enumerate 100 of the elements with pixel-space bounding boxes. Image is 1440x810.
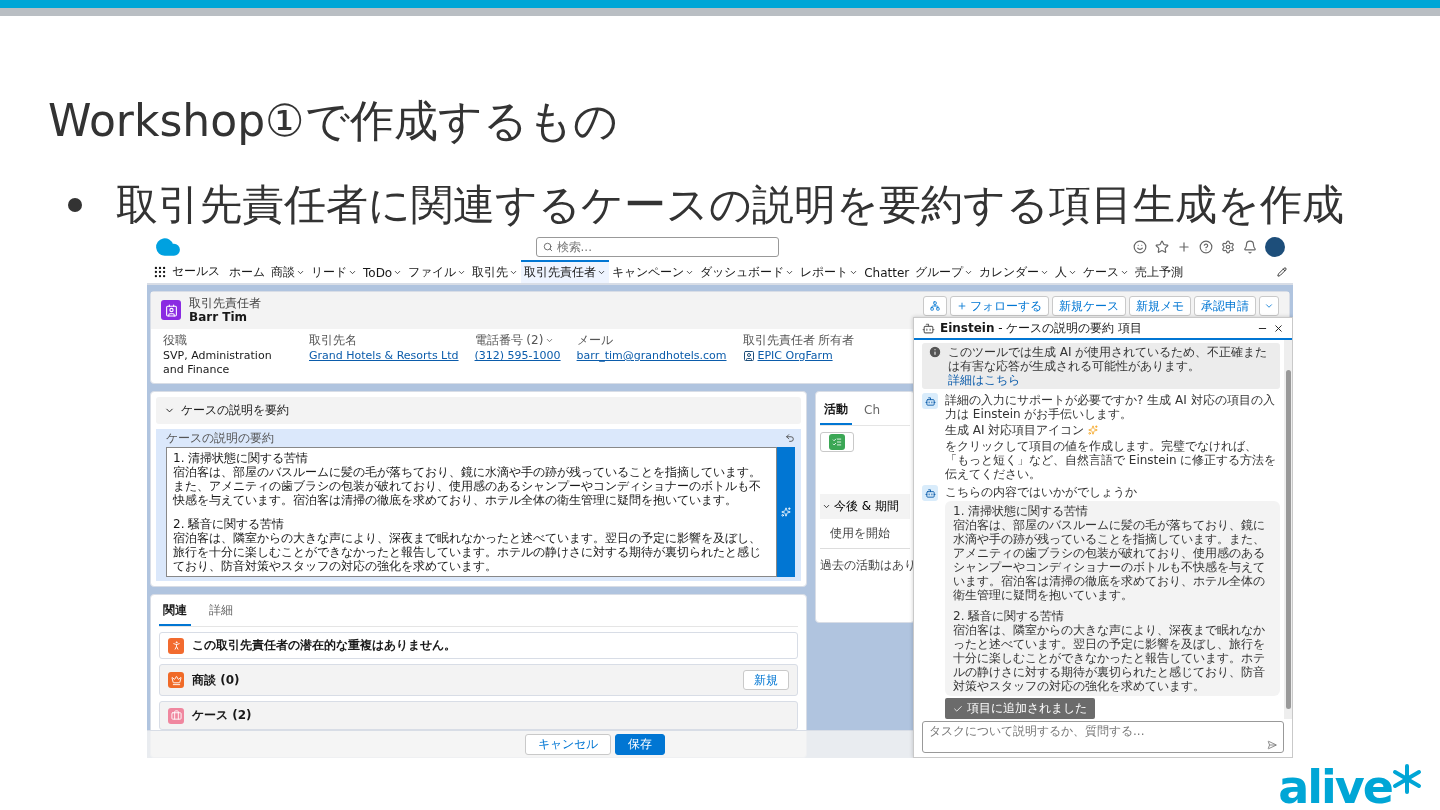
- summary-text-area[interactable]: [166, 447, 777, 577]
- undo-icon[interactable]: [785, 433, 795, 443]
- field-label: メール: [576, 333, 614, 347]
- bot-icon: [922, 393, 938, 409]
- message-text: をクリックして項目の値を作成します。完璧でなければ、「もっと短く」など、自然言語で Einstein に修正する方法を伝えてください。: [945, 439, 1278, 481]
- plus-icon: [957, 301, 967, 311]
- field-label: 取引先名: [309, 333, 358, 347]
- nav-tab[interactable]: ダッシュボード: [697, 260, 798, 283]
- section-header[interactable]: ケースの説明を要約: [156, 397, 801, 424]
- new-button[interactable]: 新規: [743, 670, 789, 690]
- tab[interactable]: 活動: [820, 396, 852, 425]
- hierarchy-button[interactable]: [923, 296, 947, 316]
- nav-tab[interactable]: 取引先: [469, 260, 522, 283]
- paragraph-text: 宿泊客は、部屋のバスルームに髪の毛が落ちており、鏡に水滴や手の跡が残っていることを指摘しています。また、アメニティの歯ブラシの包装が破れており、使用感のあるシャンプーやコンディショナーのボトルも不快感を与えています。宿泊客は清掃の徹底を求めており、ホテル全体の衛生管理に疑問を抱いています。: [173, 465, 762, 507]
- action-button[interactable]: 新規ケース: [1052, 296, 1126, 316]
- nav-tab[interactable]: 人: [1052, 260, 1081, 283]
- panel-title: Einstein - ケースの説明の要約 項目: [940, 320, 1143, 336]
- nav-tab[interactable]: ケース: [1080, 260, 1133, 283]
- search-field[interactable]: 検索...: [535, 236, 779, 257]
- app-launcher-icon[interactable]: [153, 264, 167, 279]
- paragraph-text: 宿泊客は、部屋のバスルームに髪の毛が落ちており、鏡に水滴や手の跡が残っていることを指摘しています。また、アメニティの歯ブラシの包装が破れており、使用感のあるシャンプーやコンディショナーのボトルも不快感を与えています。宿泊客は清掃の徹底を求めており、ホテル全体の衛生管理に疑問を抱いています。: [953, 518, 1266, 602]
- nav-tab[interactable]: 商談: [268, 260, 308, 283]
- chevron-icon: [1040, 268, 1050, 277]
- settings-icon[interactable]: [1221, 239, 1235, 254]
- chevron-icon: [296, 268, 305, 277]
- close-icon[interactable]: [1273, 322, 1284, 334]
- nav-tab[interactable]: キャンペーン: [609, 260, 698, 283]
- chevron-icon: [822, 502, 831, 511]
- chevron-icon: [849, 268, 859, 277]
- chevron-icon: [597, 268, 607, 277]
- record-type: 取引先責任者: [189, 296, 261, 310]
- paragraph-text: 宿泊客は、隣室からの大きな声により、深夜まで眠れなかったと述べています。翌日の予定に影響を及ぼし、旅行を十分に楽しむことができなかったと報告しています。ホテルの静けさに対する期待が裏切られたと感じており、防音対策やスタッフの対応の強化を求めています。: [953, 623, 1266, 693]
- field-label: ケースの説明の要約: [166, 431, 274, 445]
- section-header[interactable]: 今後 & 期間: [820, 494, 910, 519]
- checklist-icon: [829, 434, 845, 450]
- field-label: 役職: [163, 333, 188, 347]
- check-icon: [953, 703, 963, 714]
- message-text: 詳細の入力にサポートが必要ですか? 生成 AI 対応の項目の入力は Einstein がお手伝いします。: [945, 393, 1276, 421]
- paragraph-text: 宿泊客は、隣室からの大きな声により、深夜まで眠れなかったと述べています。翌日の予定に影響を及ぼし、旅行を十分に楽しむことができなかったと報告しています。ホテルの静けさに対する期待が裏切られたと感じており、防音対策やスタッフの対応の強化を求めています。: [173, 531, 762, 573]
- field-link[interactable]: Grand Hotels & Resorts Ltd: [309, 349, 459, 363]
- sparkle-icon: [1088, 425, 1099, 435]
- bot-icon: [922, 321, 935, 335]
- nav-tab[interactable]: リード: [308, 260, 360, 283]
- related-list-title[interactable]: 商談 (0): [192, 671, 240, 689]
- nav-tab[interactable]: レポート: [797, 260, 862, 283]
- company-logo: alive: [1278, 764, 1392, 810]
- nav-tab[interactable]: カレンダー: [976, 260, 1053, 283]
- nav-tab[interactable]: ファイル: [405, 260, 470, 283]
- sparkle-icon: [781, 507, 791, 517]
- added-button[interactable]: 項目に追加されました: [945, 698, 1095, 719]
- briefcase-icon: [168, 707, 184, 724]
- record-name: Barr Tim: [189, 310, 249, 325]
- search-input[interactable]: 検索...: [556, 239, 772, 254]
- tab[interactable]: 関連: [159, 597, 191, 626]
- chevron-icon: [785, 268, 795, 277]
- bell-icon[interactable]: [1243, 239, 1257, 254]
- paragraph-heading: 1. 清掃状態に関する苦情: [953, 504, 1090, 518]
- help-icon[interactable]: [1199, 239, 1213, 254]
- nav-tab[interactable]: ホーム: [226, 260, 268, 283]
- avatar[interactable]: [1265, 236, 1285, 257]
- learn-more-link[interactable]: 詳細はこちら: [948, 373, 1274, 387]
- chat-input[interactable]: タスクについて説明するか、質問する...: [929, 724, 1277, 738]
- chevron-icon: [1120, 268, 1130, 277]
- chat-input-field[interactable]: タスクについて説明するか、質問する...: [922, 721, 1284, 753]
- slide-title: Workshop①で作成するもの: [48, 94, 619, 148]
- field-link[interactable]: (312) 595-1000: [474, 349, 561, 363]
- chevron-icon: [1068, 268, 1078, 277]
- app-name: セールス: [172, 263, 220, 280]
- pencil-icon[interactable]: [1277, 266, 1287, 277]
- action-button[interactable]: 新規メモ: [1129, 296, 1191, 316]
- nav-tab[interactable]: グループ: [912, 260, 977, 283]
- nav-tab[interactable]: ToDo: [360, 260, 406, 283]
- notice-text: このツールでは生成 AI が使用されているため、不正確または有害な応答が生成される可能性があります。: [948, 345, 1269, 373]
- notice-text: この取引先責任者の潜在的な重複はありません。: [192, 637, 456, 654]
- message-text: こちらの内容ではいかがでしょうか: [945, 485, 1138, 499]
- chevron-icon: [685, 268, 695, 277]
- scrollbar[interactable]: [1284, 340, 1292, 719]
- contact-icon: [161, 300, 181, 320]
- action-button[interactable]: 承認申請: [1194, 296, 1256, 316]
- tab[interactable]: 詳細: [205, 597, 237, 626]
- paragraph-heading: 1. 清掃状態に関する苦情: [173, 451, 310, 465]
- nav-tab[interactable]: 取引先責任者: [521, 260, 610, 283]
- caret-icon: [1264, 301, 1274, 311]
- task-button[interactable]: [820, 432, 854, 452]
- field-label: 取引先責任者 所有者: [742, 333, 855, 347]
- owner-link[interactable]: EPIC OrgFarm: [757, 349, 833, 363]
- nav-tab[interactable]: 売上予測: [1132, 260, 1187, 283]
- save-button[interactable]: 保存: [615, 734, 665, 755]
- cancel-button[interactable]: キャンセル: [525, 734, 611, 755]
- related-list-title[interactable]: ケース (2): [192, 707, 252, 724]
- chevron-icon: [393, 268, 403, 277]
- smile-icon[interactable]: [1133, 239, 1147, 254]
- field-label: 電話番号 (2): [474, 333, 544, 347]
- bullet-text: 取引先責任者に関連するケースの説明を要約する項目生成を作成: [116, 180, 1344, 230]
- tab[interactable]: Ch: [860, 396, 884, 425]
- send-icon[interactable]: [1267, 740, 1277, 750]
- follow-button[interactable]: フォローする: [950, 296, 1049, 316]
- field-link[interactable]: barr_tim@grandhotels.com: [576, 349, 727, 363]
- star-icon[interactable]: [1155, 239, 1169, 254]
- nav-tab[interactable]: Chatter: [861, 260, 913, 283]
